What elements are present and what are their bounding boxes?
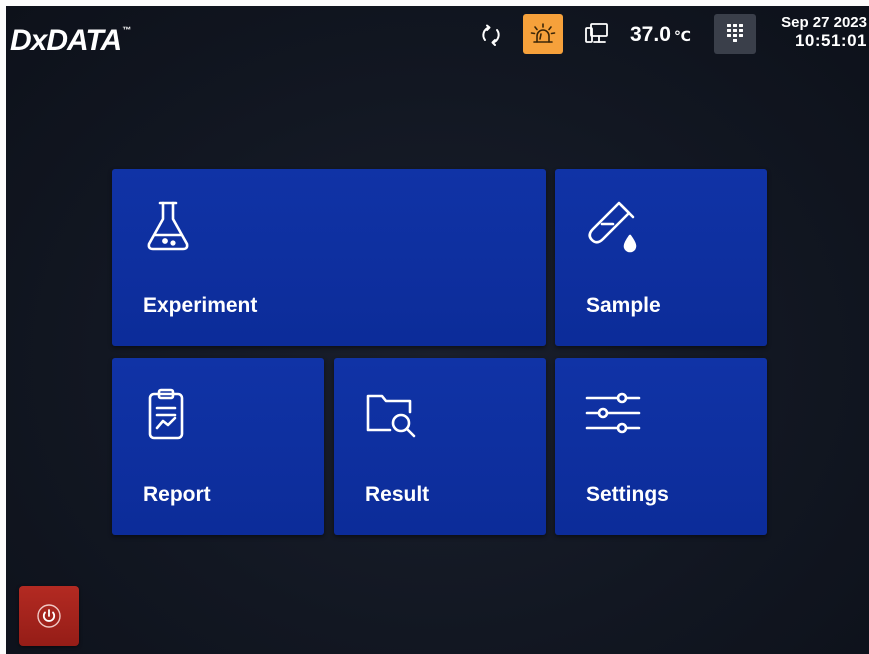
report-label: Report [143, 483, 211, 506]
network-icon [582, 20, 612, 50]
app-logo: DxDATA™ [10, 16, 131, 61]
sliders-icon [585, 392, 641, 434]
settings-tile[interactable]: Settings [555, 358, 767, 535]
alarm-icon [530, 23, 556, 43]
result-tile[interactable]: Result [334, 358, 546, 535]
flask-icon [147, 201, 189, 251]
time-text: 10:51:01 [794, 31, 867, 50]
settings-label: Settings [586, 483, 669, 506]
power-button[interactable] [19, 586, 79, 646]
temperature-readout: 37.0 ℃ [630, 20, 691, 50]
report-tile[interactable]: Report [112, 358, 324, 535]
logo-text: DxDATA [10, 24, 122, 57]
logo-trademark: ™ [122, 25, 132, 35]
experiment-tile[interactable]: Experiment [112, 169, 546, 346]
sample-tile[interactable]: Sample [555, 169, 767, 346]
experiment-label: Experiment [143, 294, 258, 317]
alarm-button[interactable] [523, 14, 563, 54]
temperature-unit: ℃ [673, 28, 691, 44]
date-text: Sep 27 2023 [781, 14, 867, 31]
result-label: Result [365, 483, 430, 506]
keypad-button[interactable] [714, 14, 756, 54]
power-icon [37, 604, 61, 628]
keypad-icon [727, 24, 743, 42]
sync-icon[interactable] [476, 20, 506, 50]
folder-search-icon [366, 394, 416, 438]
test-tube-icon [588, 201, 637, 253]
clipboard-chart-icon [148, 388, 184, 440]
main-screen: DxDATA™ 37.0 ℃ Sep 27 2023 10:51:01 Expe… [6, 6, 869, 654]
sample-label: Sample [586, 294, 661, 317]
datetime-display: Sep 27 2023 10:51:01 [781, 14, 867, 50]
temperature-value: 37.0 [630, 23, 671, 46]
